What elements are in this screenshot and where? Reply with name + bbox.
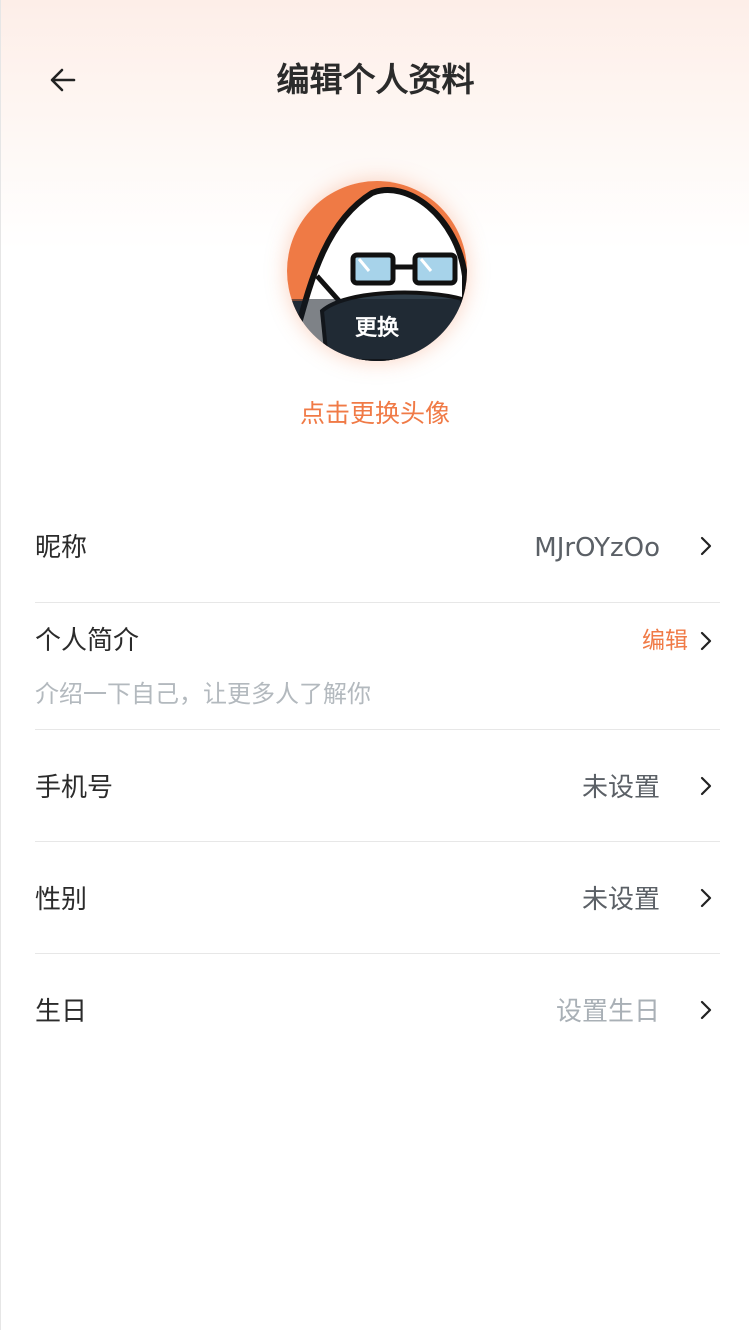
phone-value: 未设置 xyxy=(581,773,660,803)
nickname-label: 昵称 xyxy=(35,533,88,563)
bio-edit-link[interactable]: 编辑 xyxy=(642,623,688,659)
chevron-right-icon xyxy=(692,768,720,804)
chevron-right-icon xyxy=(692,880,720,916)
phone-label: 手机号 xyxy=(35,773,114,803)
gender-label: 性别 xyxy=(35,885,88,915)
top-nav-bar: 编辑个人资料 xyxy=(1,40,749,120)
gender-value: 未设置 xyxy=(581,885,660,915)
chevron-right-icon xyxy=(692,528,720,564)
birthday-label: 生日 xyxy=(35,997,88,1027)
bio-label: 个人简介 xyxy=(35,626,140,656)
birthday-row[interactable]: 生日 设置生日 xyxy=(35,954,720,1072)
chevron-right-icon xyxy=(692,623,720,659)
edit-profile-page: 编辑个人资料 更换 点击更换头像 昵称 MJrOYzOo 个人简介 编辑 介绍一… xyxy=(0,0,749,1330)
nickname-row[interactable]: 昵称 MJrOYzOo xyxy=(35,490,720,603)
chevron-right-icon xyxy=(692,992,720,1028)
change-avatar-link[interactable]: 点击更换头像 xyxy=(1,396,749,432)
nickname-value: MJrOYzOo xyxy=(534,533,660,563)
bio-row[interactable]: 个人简介 编辑 介绍一下自己，让更多人了解你 xyxy=(35,603,720,730)
phone-row[interactable]: 手机号 未设置 xyxy=(35,730,720,842)
bio-placeholder: 介绍一下自己，让更多人了解你 xyxy=(35,680,371,708)
avatar[interactable]: 更换 xyxy=(287,181,467,361)
change-avatar-label[interactable]: 更换 xyxy=(287,299,467,361)
profile-field-list: 昵称 MJrOYzOo 个人简介 编辑 介绍一下自己，让更多人了解你 手机号 未… xyxy=(35,490,720,1072)
page-title: 编辑个人资料 xyxy=(276,60,475,99)
birthday-value: 设置生日 xyxy=(555,997,660,1027)
gender-row[interactable]: 性别 未设置 xyxy=(35,842,720,954)
